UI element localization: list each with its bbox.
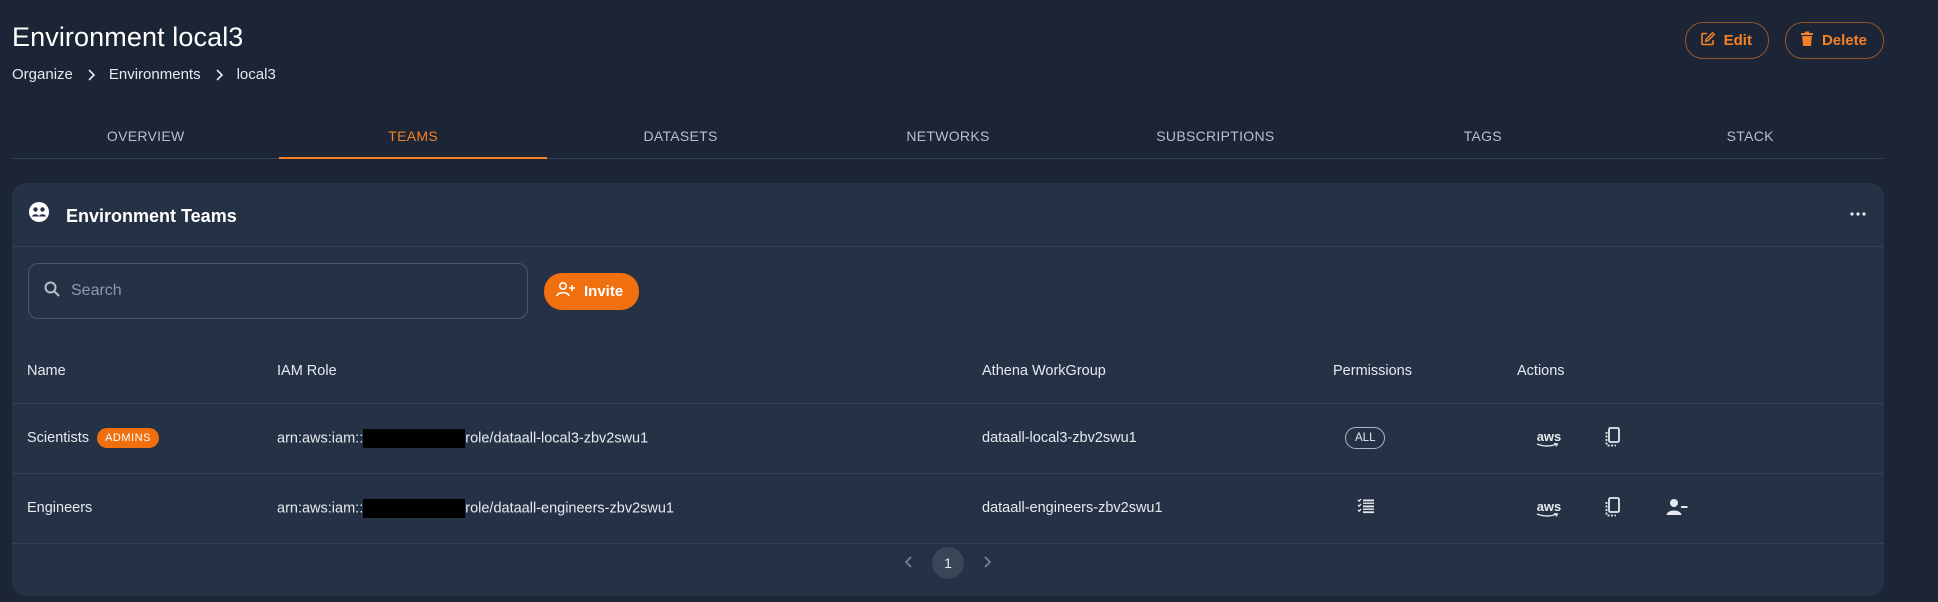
iam-role-prefix: arn:aws:iam:: xyxy=(277,499,364,516)
team-name: Scientists xyxy=(27,429,90,446)
edit-label: Edit xyxy=(1723,32,1752,49)
prev-page-button[interactable] xyxy=(904,555,914,571)
tab-datasets[interactable]: DATASETS xyxy=(547,113,814,158)
iam-role-prefix: arn:aws:iam:: xyxy=(277,429,364,446)
chevron-left-icon xyxy=(904,555,914,571)
aws-icon: aws xyxy=(1536,428,1562,447)
more-horizontal-icon xyxy=(1850,204,1866,219)
column-header-name: Name xyxy=(12,339,277,404)
delete-label: Delete xyxy=(1821,32,1867,49)
delete-button[interactable]: Delete xyxy=(1784,22,1884,59)
card-title: Environment Teams xyxy=(66,206,237,226)
teams-table: Name IAM Role Athena WorkGroup Permissio… xyxy=(12,339,1884,544)
aws-icon: aws xyxy=(1536,498,1562,517)
remove-team-button[interactable] xyxy=(1645,498,1709,519)
chevron-right-icon xyxy=(73,68,109,81)
next-page-button[interactable] xyxy=(982,555,992,571)
tab-networks[interactable]: NETWORKS xyxy=(814,113,1081,158)
edit-icon xyxy=(1700,31,1716,51)
add-user-icon xyxy=(556,281,576,301)
admins-badge: ADMINS xyxy=(97,428,159,448)
iam-role-suffix: role/dataall-engineers-zbv2swu1 xyxy=(465,499,674,516)
column-header-actions: Actions xyxy=(1517,339,1884,404)
tab-overview[interactable]: OVERVIEW xyxy=(12,113,279,158)
tab-bar: OVERVIEW TEAMS DATASETS NETWORKS SUBSCRI… xyxy=(12,113,1884,159)
aws-logo-text: aws xyxy=(1536,428,1562,444)
redacted-account-id xyxy=(363,498,466,518)
invite-label: Invite xyxy=(584,282,624,300)
edit-permissions-button[interactable] xyxy=(1357,498,1375,517)
copy-credentials-button[interactable] xyxy=(1581,426,1645,450)
aws-logo-text: aws xyxy=(1536,498,1562,514)
team-icon xyxy=(28,201,50,228)
card-header: Environment Teams xyxy=(12,183,1884,247)
iam-role-cell: arn:aws:iam:: role/dataall-local3-zbv2swu… xyxy=(277,403,982,474)
aws-console-button[interactable]: aws xyxy=(1517,430,1581,447)
breadcrumb-organize[interactable]: Organize xyxy=(12,66,73,83)
invite-button[interactable]: Invite xyxy=(544,272,640,310)
actions-cell: aws xyxy=(1517,403,1884,474)
permissions-cell xyxy=(1333,473,1517,544)
list-checks-icon xyxy=(1357,498,1375,517)
copy-icon xyxy=(1604,426,1622,450)
trash-icon xyxy=(1800,31,1814,51)
breadcrumb-environments[interactable]: Environments xyxy=(109,66,201,83)
permissions-all-chip[interactable]: ALL xyxy=(1345,427,1386,449)
breadcrumb: Organize Environments local3 xyxy=(12,66,276,83)
copy-icon xyxy=(1604,496,1622,520)
team-name-cell: Scientists ADMINS xyxy=(12,403,277,474)
search-box xyxy=(28,263,528,319)
search-input[interactable] xyxy=(71,282,491,300)
workgroup-cell: dataall-local3-zbv2swu1 xyxy=(982,403,1333,474)
pagination: 1 xyxy=(12,547,1884,579)
breadcrumb-current: local3 xyxy=(236,66,276,83)
tab-teams[interactable]: TEAMS xyxy=(279,113,548,159)
redacted-account-id xyxy=(363,428,466,448)
team-name: Engineers xyxy=(27,500,93,516)
remove-user-icon xyxy=(1666,498,1688,519)
page-number-current[interactable]: 1 xyxy=(932,547,964,579)
workgroup-cell: dataall-engineers-zbv2swu1 xyxy=(982,473,1333,544)
teams-toolbar: Invite xyxy=(28,263,640,319)
actions-cell: aws xyxy=(1517,473,1884,544)
search-icon xyxy=(43,280,61,303)
tab-tags[interactable]: TAGS xyxy=(1349,113,1616,158)
column-header-iam-role: IAM Role xyxy=(277,339,982,404)
more-options-button[interactable] xyxy=(1846,199,1870,223)
chevron-right-icon xyxy=(201,68,237,81)
column-header-workgroup: Athena WorkGroup xyxy=(982,339,1333,404)
iam-role-cell: arn:aws:iam:: role/dataall-engineers-zbv2… xyxy=(277,473,982,544)
table-row: Scientists ADMINS arn:aws:iam:: role/data… xyxy=(12,403,1884,474)
chevron-right-icon xyxy=(982,555,992,571)
iam-role-suffix: role/dataall-local3-zbv2swu1 xyxy=(465,429,649,446)
environment-teams-card: Environment Teams Invite Name IAM Role xyxy=(12,183,1884,596)
column-header-permissions: Permissions xyxy=(1333,339,1517,404)
table-header-row: Name IAM Role Athena WorkGroup Permissio… xyxy=(12,339,1884,404)
tab-subscriptions[interactable]: SUBSCRIPTIONS xyxy=(1082,113,1349,158)
copy-credentials-button[interactable] xyxy=(1581,496,1645,520)
table-row: Engineers arn:aws:iam:: role/dataall-engi… xyxy=(12,473,1884,544)
permissions-cell: ALL xyxy=(1333,403,1517,474)
page-title: Environment local3 xyxy=(12,22,244,52)
tab-stack[interactable]: STACK xyxy=(1617,113,1884,158)
header-actions: Edit Delete xyxy=(1684,22,1884,59)
edit-button[interactable]: Edit xyxy=(1684,22,1769,59)
aws-console-button[interactable]: aws xyxy=(1517,500,1581,517)
team-name-cell: Engineers xyxy=(12,473,277,544)
